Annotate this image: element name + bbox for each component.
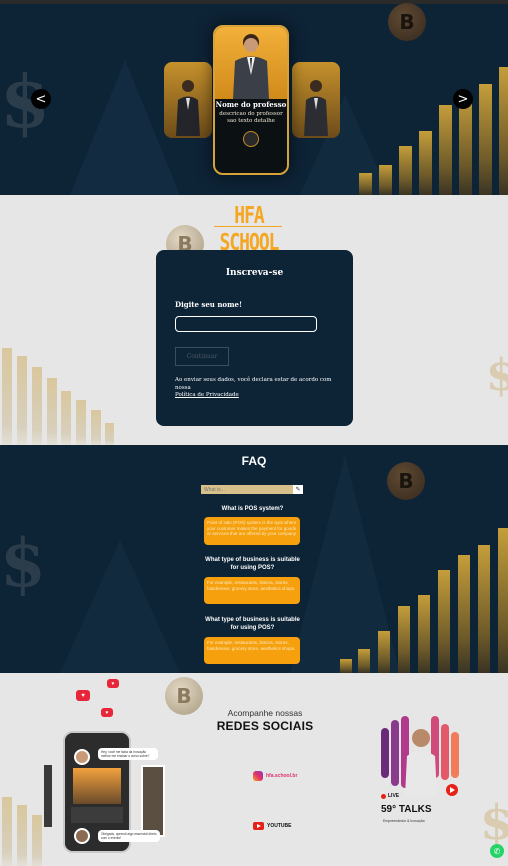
chat-bubble: Obrigado, aprendi algo essencial direto … bbox=[98, 830, 160, 842]
chart-bar-decoration bbox=[76, 400, 86, 445]
heart-notification-icon: ♥ bbox=[101, 708, 113, 717]
instagram-link[interactable]: hfa.school.br bbox=[253, 771, 297, 781]
chart-bar-decoration bbox=[17, 356, 27, 445]
terms-notice: Ao enviar seus dados, você declara estar… bbox=[175, 377, 345, 400]
teacher-name: Nome do professo bbox=[215, 100, 287, 109]
youtube-link[interactable]: YOUTUBE bbox=[253, 822, 291, 830]
signup-form: Inscreva-se Digite seu nome! Continuar A… bbox=[156, 250, 353, 426]
name-input[interactable] bbox=[175, 316, 317, 332]
whatsapp-icon[interactable]: ✆ bbox=[490, 844, 504, 858]
name-label: Digite seu nome! bbox=[175, 300, 243, 309]
faq-answer: For example, restaurants, bistros, store… bbox=[204, 577, 300, 604]
social-title: REDES SOCIAIS bbox=[216, 719, 314, 733]
terms-text: Ao enviar seus dados, você declara estar… bbox=[175, 377, 332, 391]
live-badge: LIVE bbox=[381, 793, 399, 799]
faq-question[interactable]: What type of business is suitable for us… bbox=[203, 616, 302, 632]
photo-strip bbox=[44, 765, 52, 827]
chat-image bbox=[73, 768, 121, 804]
chart-bar-decoration bbox=[2, 797, 12, 866]
chat-image bbox=[71, 807, 123, 823]
signup-section: B HFA SCHOOL $ Inscreva-se Digite seu no… bbox=[0, 195, 508, 445]
teacher-photo bbox=[215, 27, 287, 99]
heart-notification-icon: ♥ bbox=[107, 679, 119, 688]
chart-bar-decoration bbox=[479, 84, 492, 195]
chart-bar-decoration bbox=[32, 367, 42, 445]
live-dot-icon bbox=[381, 793, 386, 799]
chart-bar-decoration bbox=[439, 105, 452, 195]
brand-underline bbox=[214, 226, 282, 227]
chart-bar-decoration bbox=[358, 649, 370, 673]
chart-bar-decoration bbox=[359, 173, 372, 195]
chart-bar-decoration bbox=[499, 67, 508, 195]
podcast-title: 59° TALKS bbox=[381, 804, 432, 815]
chart-bar-decoration bbox=[458, 555, 470, 673]
chart-bar-decoration bbox=[61, 391, 71, 445]
teacher-description: descricao do professor sao texto detalhe bbox=[219, 111, 283, 124]
chart-bar-decoration bbox=[438, 570, 450, 673]
youtube-label: YOUTUBE bbox=[267, 823, 292, 829]
chart-bar-decoration bbox=[340, 659, 352, 673]
chart-bar-decoration bbox=[91, 410, 101, 445]
pencil-icon[interactable]: ✎ bbox=[293, 485, 303, 494]
instagram-icon bbox=[253, 771, 263, 781]
form-title: Inscreva-se bbox=[225, 268, 284, 278]
continue-button[interactable]: Continuar bbox=[175, 347, 229, 366]
hero-carousel: $ B Nome do professo descricao do profes… bbox=[0, 0, 508, 195]
teacher-card-next[interactable] bbox=[292, 62, 340, 138]
chart-bar-decoration bbox=[459, 94, 472, 195]
chart-bar-decoration bbox=[498, 528, 508, 673]
brand-logo: HFA SCHOOL bbox=[219, 202, 279, 257]
chart-bar-decoration bbox=[478, 545, 490, 673]
photo-strip bbox=[141, 765, 165, 837]
faq-question[interactable]: What type of business is suitable for us… bbox=[203, 556, 302, 572]
teacher-photo bbox=[304, 80, 328, 136]
faq-title: FAQ bbox=[241, 454, 267, 468]
podcast-subtitle: Empreendedor & Inovação bbox=[383, 819, 425, 823]
chart-bar-decoration bbox=[379, 165, 392, 195]
school-logo-icon bbox=[243, 131, 259, 147]
instagram-label: hfa.school.br bbox=[266, 773, 298, 779]
privacy-policy-link[interactable]: Política de Privacidade bbox=[175, 392, 239, 398]
dollar-sign-decoration: $ bbox=[486, 350, 508, 401]
dollar-sign-decoration: $ bbox=[480, 795, 508, 851]
faq-answer: For example, restaurants, bistros, store… bbox=[204, 637, 300, 664]
avatar bbox=[74, 749, 90, 765]
faq-section: $ B FAQ ✎ What is POS system? Point of s… bbox=[0, 445, 508, 673]
faq-search-input[interactable] bbox=[201, 485, 303, 494]
social-section: B $ ♥ ♥ ♥ Hey, você me fazia da Inovação… bbox=[0, 673, 508, 866]
chart-bar-decoration bbox=[47, 378, 57, 445]
bitcoin-coin-icon: B bbox=[165, 677, 203, 715]
chart-bar-decoration bbox=[378, 631, 390, 673]
teacher-photo bbox=[176, 80, 200, 136]
chart-bar-decoration bbox=[105, 423, 114, 445]
chart-bar-decoration bbox=[398, 606, 410, 673]
chart-bar-decoration bbox=[419, 131, 432, 195]
chart-bar-decoration bbox=[418, 595, 430, 673]
faq-answer: Point of sale (POS) system is the spot w… bbox=[204, 517, 300, 545]
carousel-prev-button[interactable]: < bbox=[31, 89, 51, 109]
carousel-next-button[interactable]: > bbox=[453, 89, 473, 109]
teacher-card-previous[interactable] bbox=[164, 62, 212, 138]
chart-bar-decoration bbox=[32, 815, 42, 866]
youtube-icon bbox=[253, 822, 264, 830]
chat-bubble: Hey, você me fazia da Inovação melhor me… bbox=[98, 748, 158, 760]
live-label: LIVE bbox=[388, 793, 400, 799]
chart-bar-decoration bbox=[2, 348, 12, 445]
heart-notification-icon: ♥ bbox=[76, 690, 90, 701]
avatar bbox=[74, 828, 90, 844]
teacher-card-featured[interactable]: Nome do professo descricao do professor … bbox=[213, 25, 289, 175]
podcast-banner-image bbox=[381, 716, 459, 796]
chart-bar-decoration bbox=[399, 146, 412, 195]
social-subtitle: Acompanhe nossas bbox=[227, 708, 303, 718]
faq-question[interactable]: What is POS system? bbox=[203, 505, 302, 513]
chart-bar-decoration bbox=[17, 805, 27, 866]
